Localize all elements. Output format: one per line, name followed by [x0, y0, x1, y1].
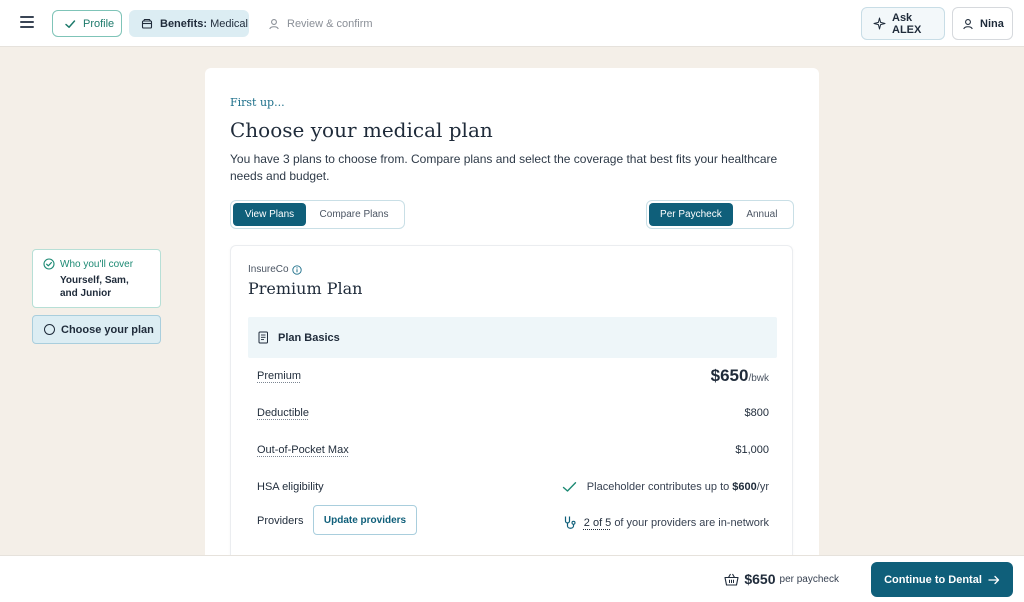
oop-max-label[interactable]: Out-of-Pocket Max [257, 444, 349, 456]
page-description: You have 3 plans to choose from. Compare… [230, 152, 778, 183]
deductible-label[interactable]: Deductible [257, 407, 309, 419]
providers-count[interactable]: 2 of 5 [584, 517, 612, 529]
menu-icon[interactable] [20, 16, 34, 28]
paycheck-total: $650 per paycheck [724, 571, 839, 587]
view-toggle: View Plans Compare Plans [230, 200, 405, 229]
hsa-label: HSA eligibility [257, 481, 324, 493]
oop-max-row: Out-of-Pocket Max $1,000 [257, 441, 769, 461]
plan-card: InsureCo Premium Plan Plan Basics Premiu… [230, 245, 793, 568]
plan-selection-card: First up... Choose your medical plan You… [205, 68, 819, 568]
premium-value: $650 [710, 366, 749, 385]
sidebar-step-label: Who you'll cover [60, 258, 134, 270]
step-profile-tab[interactable]: Profile [52, 10, 122, 37]
step-review-label: Review & confirm [287, 17, 373, 30]
stethoscope-icon [563, 515, 578, 531]
step-profile-label: Profile [83, 17, 115, 30]
period-toggle: Per Paycheck Annual [646, 200, 794, 229]
ask-alex-button[interactable]: Ask ALEX [861, 7, 945, 40]
bottom-action-bar: $650 per paycheck Continue to Dental [0, 555, 1024, 602]
compare-plans-tab[interactable]: Compare Plans [306, 203, 402, 226]
hsa-row: HSA eligibility Placeholder contributes … [257, 478, 769, 498]
sparkle-icon [873, 17, 886, 30]
insurer-name: InsureCo [248, 264, 289, 275]
update-providers-button[interactable]: Update providers [313, 505, 417, 535]
premium-unit: /bwk [748, 373, 769, 384]
providers-value-group: 2 of 5 of your providers are in-network [563, 515, 769, 531]
total-value: $650 [744, 571, 776, 587]
step-benefits-bold: Benefits: [160, 17, 208, 30]
premium-value-group: $650/bwk [711, 366, 769, 386]
info-icon[interactable] [291, 264, 302, 275]
user-menu-button[interactable]: Nina [952, 7, 1013, 40]
page-title: Choose your medical plan [230, 118, 493, 142]
eyebrow-text: First up... [230, 96, 285, 109]
view-plans-tab[interactable]: View Plans [233, 203, 306, 226]
per-paycheck-tab[interactable]: Per Paycheck [649, 203, 733, 226]
continue-button[interactable]: Continue to Dental [871, 562, 1013, 597]
providers-text: of your providers are in-network [614, 517, 769, 529]
plan-basics-title: Plan Basics [278, 331, 340, 344]
premium-row: Premium $650/bwk [257, 366, 769, 387]
providers-row: Providers Update providers 2 of 5 of you… [257, 505, 769, 543]
check-icon [562, 481, 577, 493]
annual-tab[interactable]: Annual [733, 203, 791, 226]
insurer-name-row: InsureCo [248, 264, 302, 275]
sidebar-current-label: Choose your plan [61, 323, 154, 336]
circle-icon [44, 324, 55, 335]
check-icon [63, 17, 77, 31]
total-suffix: per paycheck [779, 573, 839, 585]
providers-label: Providers [257, 515, 304, 527]
basket-icon [724, 573, 739, 586]
deductible-row: Deductible $800 [257, 404, 769, 424]
step-benefits-label: Medical [210, 17, 248, 30]
hsa-unit: /yr [756, 481, 769, 493]
user-name: Nina [980, 17, 1004, 30]
deductible-value: $800 [744, 407, 769, 419]
step-benefits-tab[interactable]: Benefits: Medical [129, 10, 249, 37]
top-navigation-bar: Profile Benefits: Medical Review & confi… [0, 0, 1024, 47]
sidebar-step-choose-plan[interactable]: Choose your plan [32, 315, 161, 344]
document-icon [258, 331, 269, 344]
hsa-value-group: Placeholder contributes up to $600/yr [562, 481, 769, 493]
sidebar-step-value: Yourself, Sam, and Junior [60, 275, 129, 299]
premium-label[interactable]: Premium [257, 370, 301, 382]
continue-label: Continue to Dental [884, 573, 982, 586]
oop-max-value: $1,000 [735, 444, 769, 456]
step-review-tab[interactable]: Review & confirm [259, 10, 379, 37]
ask-alex-label: Ask ALEX [892, 11, 922, 36]
sidebar-step-who-you-cover[interactable]: Who you'll cover Yourself, Sam, and Juni… [32, 249, 161, 308]
hsa-amount: $600 [732, 481, 757, 493]
check-circle-icon [43, 258, 55, 270]
user-icon [962, 18, 974, 30]
plan-name: Premium Plan [248, 279, 363, 298]
person-icon [267, 17, 281, 31]
arrow-right-icon [988, 575, 1000, 585]
wallet-icon [140, 17, 154, 31]
hsa-text: Placeholder contributes up to [586, 481, 730, 493]
plan-basics-header: Plan Basics [248, 317, 777, 358]
